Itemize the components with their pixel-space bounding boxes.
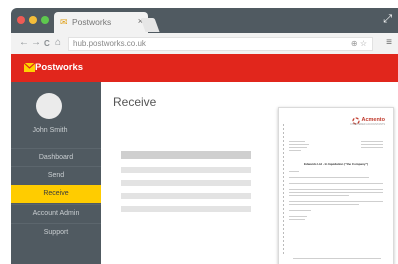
browser-menu-icon[interactable]: ≡: [386, 37, 392, 48]
document-text-line: [289, 204, 359, 205]
browser-tab[interactable]: ✉ Postworks ×: [54, 12, 148, 33]
browser-window: ✉ Postworks × ⤢ ← → C ⌂ hub.postworks.co…: [11, 8, 398, 264]
app-header: Postworks: [11, 54, 398, 82]
postworks-favicon-icon: ✉: [60, 17, 68, 27]
document-footer-line: [293, 258, 381, 259]
document-logo-tagline: CHARTERED ACCOUNTANTS: [350, 123, 385, 126]
back-icon[interactable]: ←: [19, 37, 29, 49]
envelope-icon: [24, 63, 35, 72]
document-text-line: [289, 219, 305, 220]
sidebar-item-support[interactable]: Support: [11, 223, 101, 241]
browser-titlebar: ✉ Postworks × ⤢: [11, 8, 398, 33]
close-window-icon[interactable]: [17, 16, 25, 24]
page-title: Receive: [113, 95, 157, 109]
list-item-placeholder[interactable]: [121, 206, 251, 212]
document-margin-line: [283, 124, 284, 254]
sidebar-item-receive[interactable]: Receive: [11, 185, 101, 203]
sidebar-item-send[interactable]: Send: [11, 166, 101, 184]
document-text-line: [289, 171, 299, 172]
list-item-placeholder[interactable]: [121, 193, 251, 199]
document-text-line: [289, 210, 311, 211]
forward-icon[interactable]: →: [31, 37, 41, 49]
tab-title: Postworks: [72, 17, 112, 27]
list-item-placeholder[interactable]: [121, 151, 251, 159]
reload-icon[interactable]: C: [44, 38, 50, 50]
document-text-line: [289, 150, 301, 151]
document-text-line: [289, 192, 383, 193]
maximize-window-icon[interactable]: [41, 16, 49, 24]
document-text-line: [289, 147, 307, 148]
document-text-line: [361, 144, 383, 145]
url-text: hub.postworks.co.uk: [73, 39, 146, 48]
list-item-placeholder[interactable]: [121, 167, 251, 173]
home-icon[interactable]: ⌂: [55, 37, 61, 49]
avatar[interactable]: [36, 93, 62, 119]
minimize-window-icon[interactable]: [29, 16, 37, 24]
browser-toolbar: ← → C ⌂ hub.postworks.co.uk ⊕ ☆ ≡: [11, 33, 398, 54]
address-icons: ⊕ ☆: [351, 39, 367, 48]
document-text-line: [361, 147, 383, 148]
user-name: John Smith: [32, 127, 68, 134]
document-text-line: [289, 195, 349, 196]
document-preview[interactable]: Acmento CHARTERED ACCOUNTANTS Edwards Lt…: [278, 107, 394, 264]
expand-icon[interactable]: ⤢: [383, 13, 392, 26]
document-text-line: [289, 183, 383, 184]
zoom-icon[interactable]: ⊕: [351, 39, 358, 48]
list-item-placeholder[interactable]: [121, 180, 251, 186]
sidebar-item-account-admin[interactable]: Account Admin: [11, 204, 101, 222]
bookmark-star-icon[interactable]: ☆: [360, 39, 367, 48]
document-text-line: [361, 141, 383, 142]
document-text-line: [289, 144, 309, 145]
document-text-line: [289, 141, 305, 142]
main-content: Receive Acmento CHARTERED ACCOUNTANTS Ed…: [101, 82, 398, 264]
document-text-line: [289, 189, 383, 190]
address-bar[interactable]: hub.postworks.co.uk ⊕ ☆: [68, 37, 373, 51]
brand-name: Postworks: [35, 62, 84, 73]
document-title: Edwards Ltd - In liquidation ("the Compa…: [303, 162, 368, 166]
sidebar: John Smith Dashboard Send Receive Accoun…: [11, 82, 101, 264]
document-text-line: [289, 177, 369, 178]
sidebar-item-dashboard[interactable]: Dashboard: [11, 148, 101, 166]
document-text-line: [289, 216, 307, 217]
document-text-line: [289, 201, 383, 202]
